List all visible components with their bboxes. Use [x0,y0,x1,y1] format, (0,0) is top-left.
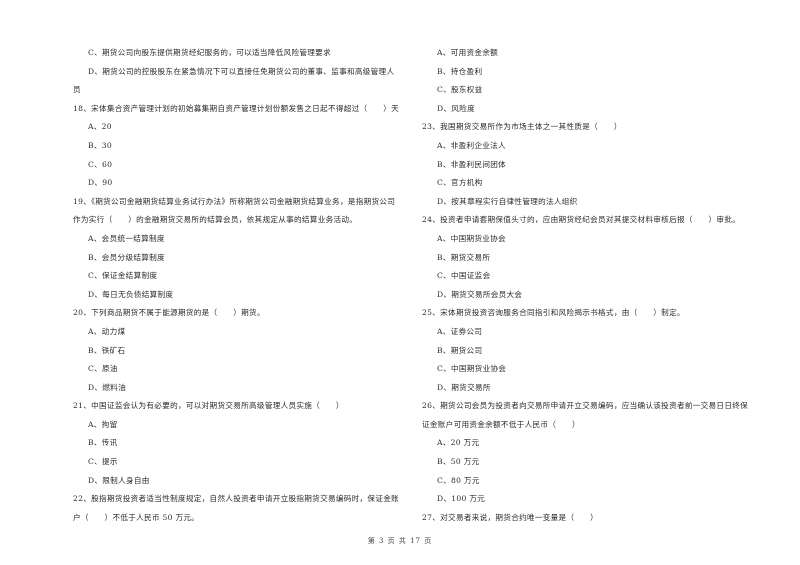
answer-option: C、提示 [88,457,118,467]
question-text: 26、期货公司会员为投资者向交易所申请开立交易编码，应当确认该投资者前一交易日日… [422,401,749,411]
answer-option: C、期货公司向股东提供期货经纪服务的，可以适当降低风险管理要求 [88,48,331,57]
answer-option: C、中国证监会 [437,271,491,281]
answer-option: A、拘留 [88,419,118,429]
answer-option: A、会员统一结算制度 [88,233,165,243]
question-text: 23、我国期货交易所作为市场主体之一其性质是（ ） [422,122,622,132]
answer-option: B、非盈利民间团体 [437,159,507,169]
answer-option: B、期货公司 [437,345,483,355]
answer-option: A、证券公司 [437,326,483,336]
question-text: 22、股指期货投资者适当性制度规定，自然人投资者申请开立股指期货交易编码时，保证… [73,494,400,504]
left-column: C、期货公司向股东提供期货经纪服务的，可以适当降低风险管理要求 D、期货公司的控股… [73,44,413,527]
question-text: 员 [73,85,81,95]
answer-option: B、50 万元 [437,457,480,467]
answer-option: C、中国期货业协会 [437,364,507,374]
question-text: 19、《期货公司金融期货结算业务试行办法》所称期货公司金融期货结算业务，是指期货… [73,196,396,206]
answer-option: D、期货公司的控股股东在紧急情况下可以直接任免期货公司的董事、监事和高级管理人 [88,66,395,76]
page-number: 第 3 页 共 17 页 [367,537,433,545]
question-text: 27、对交易者来说，期货合约唯一变量是（ ） [422,512,599,522]
answer-option: A、可用资金余额 [437,48,499,57]
answer-option: C、官方机构 [437,178,483,188]
answer-option: A、中国期货业协会 [437,233,506,243]
question-text: 25、宋体期货投资咨询服务合同指引和风险揭示书格式，由（ ）制定。 [422,308,685,318]
answer-option: C、保证金结算制度 [88,271,158,281]
answer-option: D、90 [88,178,113,188]
question-text: 21、中国证监会认为有必要的，可以对期货交易所高级管理人员实施（ ） [73,401,344,411]
answer-option: B、持仓盈利 [437,66,483,76]
answer-option: C、80 万元 [437,475,480,485]
question-text: 20、下列商品期货不属于能源期货的是（ ）期货。 [73,308,265,318]
answer-option: A、动力煤 [88,326,126,336]
answer-option: B、期货交易所 [437,252,491,262]
question-text: 作为实行（ ）的金融期货交易所的结算会员，依其规定从事的结算业务活动。 [73,215,358,225]
right-column: A、可用资金余额 B、持仓盈利 C、股东权益 D、风险度 23、我国期货交易所作为市场主… [422,44,762,527]
answer-option: C、60 [88,159,113,169]
answer-option: A、20 [88,122,112,132]
answer-option: B、铁矿石 [88,345,126,355]
answer-option: D、100 万元 [437,494,486,504]
answer-option: A、非盈利企业法人 [437,140,506,150]
question-text: 证金账户可用资金余额不低于人民币（ ） [422,419,580,429]
answer-option: D、风险度 [437,103,475,113]
answer-option: C、原油 [88,364,118,374]
question-text: 24、投资者申请套期保值头寸的，应由期货经纪会员对其提交材料审核后报（ ）审批。 [422,215,741,225]
answer-option: B、30 [88,140,113,150]
answer-option: C、股东权益 [437,85,483,95]
answer-option: B、传讯 [88,438,118,448]
answer-option: D、限制人身自由 [88,475,150,485]
question-text: 户（ ）不低于人民币 50 万元。 [73,512,200,522]
answer-option: D、燃料油 [88,382,126,392]
answer-option: B、会员分级结算制度 [88,252,165,262]
question-text: 18、宋体集合资产管理计划的初始募集期自资产管理计划份额发售之日起不得超过（ ）… [73,103,400,113]
answer-option: D、期货交易所 [437,382,491,392]
answer-option: A、20 万元 [437,438,480,448]
answer-option: D、每日无负债结算制度 [88,289,174,299]
answer-option: D、按其章程实行自律性管理的法人组织 [437,196,578,206]
answer-option: D、期货交易所会员大会 [437,289,523,299]
